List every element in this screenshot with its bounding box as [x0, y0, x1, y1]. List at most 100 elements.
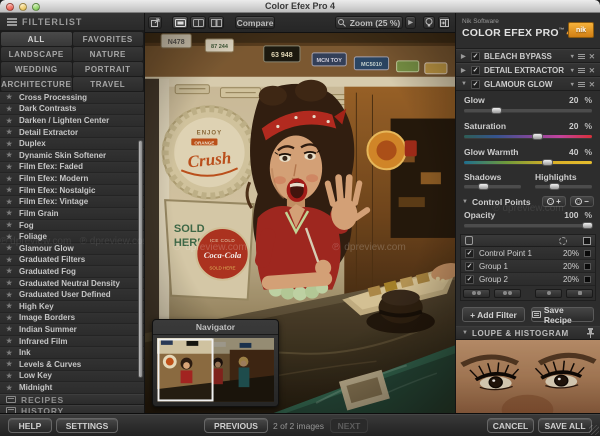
- filterlist-header[interactable]: FILTERLIST: [0, 13, 144, 31]
- shadows-slider-track[interactable]: [464, 185, 521, 188]
- help-button[interactable]: HELP: [8, 418, 52, 433]
- tab-architecture[interactable]: ARCHITECTURE: [1, 77, 72, 91]
- filter-item[interactable]: ★Graduated Filters: [0, 255, 144, 267]
- slider-handle[interactable]: [542, 159, 553, 166]
- disclosure-triangle-icon[interactable]: ▶: [461, 53, 467, 60]
- slider-handle[interactable]: [478, 183, 489, 190]
- control-point-row[interactable]: ✓ Control Point 1 20%: [461, 247, 595, 260]
- compare-button[interactable]: Compare: [235, 16, 275, 29]
- preset-menu-icon[interactable]: ▾: [571, 53, 574, 60]
- recipes-drawer[interactable]: RECIPES: [0, 394, 144, 405]
- remove-filter-icon[interactable]: ✕: [589, 80, 595, 89]
- filter-item[interactable]: ★Detail Extractor: [0, 127, 144, 139]
- panel-toggle-button[interactable]: [438, 16, 450, 29]
- filter-item[interactable]: ★Fog: [0, 220, 144, 232]
- filter-list-scrollbar[interactable]: [138, 140, 143, 378]
- glow-slider-track[interactable]: [464, 109, 592, 112]
- tab-travel[interactable]: TRAVEL: [73, 77, 144, 91]
- single-view-button[interactable]: [172, 16, 188, 29]
- slider-handle[interactable]: [491, 107, 502, 114]
- remove-filter-icon[interactable]: ✕: [589, 66, 595, 75]
- group-control-points-button[interactable]: [463, 289, 490, 298]
- tab-all[interactable]: ALL: [1, 32, 72, 46]
- filter-stack-item-bleach-bypass[interactable]: ▶ ✓ BLEACH BYPASS ▾ ✕: [456, 49, 600, 63]
- filter-item[interactable]: ★Dark Contrasts: [0, 104, 144, 116]
- opacity-slider-track[interactable]: [464, 224, 592, 227]
- navigator-thumbnail[interactable]: [157, 338, 274, 402]
- filter-item[interactable]: ★Image Borders: [0, 313, 144, 325]
- menu-lines-icon[interactable]: [578, 54, 585, 59]
- control-point-row[interactable]: ✓ Group 1 20%: [461, 260, 595, 273]
- tab-portrait[interactable]: PORTRAIT: [73, 62, 144, 76]
- menu-lines-icon[interactable]: [578, 68, 585, 73]
- preset-menu-icon[interactable]: ▾: [571, 81, 574, 88]
- add-control-point-button[interactable]: +: [542, 196, 566, 207]
- saturation-slider-track[interactable]: [464, 135, 592, 138]
- side-by-side-view-button[interactable]: [208, 16, 224, 29]
- tab-favorites[interactable]: FAVORITES: [73, 32, 144, 46]
- row-checkbox[interactable]: ✓: [465, 249, 474, 258]
- filter-item[interactable]: ★Graduated User Defined: [0, 289, 144, 301]
- slider-handle[interactable]: [532, 133, 543, 140]
- filter-stack-item-glamour-glow[interactable]: ▼ ✓ GLAMOUR GLOW ▾ ✕: [456, 77, 600, 91]
- tab-nature[interactable]: NATURE: [73, 47, 144, 61]
- enable-checkbox[interactable]: ✓: [471, 80, 480, 89]
- filter-stack-item-detail-extractor[interactable]: ▶ ✓ DETAIL EXTRACTOR ▾ ✕: [456, 63, 600, 77]
- save-recipe-button[interactable]: Save Recipe: [531, 307, 594, 322]
- save-all-button[interactable]: SAVE ALL: [538, 418, 592, 433]
- tab-wedding[interactable]: WEDDING: [1, 62, 72, 76]
- enable-checkbox[interactable]: ✓: [471, 52, 480, 61]
- filter-item[interactable]: ★Graduated Neutral Density: [0, 278, 144, 290]
- control-point-row[interactable]: ✓ Group 2 20%: [461, 273, 595, 286]
- filter-item[interactable]: ★Film Efex: Faded: [0, 162, 144, 174]
- preset-menu-icon[interactable]: ▾: [571, 67, 574, 74]
- filter-item[interactable]: ★Film Grain: [0, 208, 144, 220]
- slider-handle[interactable]: [582, 222, 593, 229]
- mask-swatch[interactable]: [584, 276, 591, 283]
- ungroup-control-points-button[interactable]: [494, 289, 521, 298]
- filter-item[interactable]: ★Indian Summer: [0, 324, 144, 336]
- image-canvas[interactable]: N478 87 244 63 948 MCN TOY MC5010: [145, 33, 455, 413]
- control-points-header[interactable]: ▼ Control Points + −: [456, 194, 600, 209]
- row-checkbox[interactable]: ✓: [465, 275, 474, 284]
- cancel-button[interactable]: CANCEL: [487, 418, 534, 433]
- filter-item[interactable]: ★Foliage: [0, 231, 144, 243]
- split-view-button[interactable]: [190, 16, 206, 29]
- duplicate-control-point-button[interactable]: [535, 289, 562, 298]
- mask-swatch[interactable]: [584, 250, 591, 257]
- highlights-slider-track[interactable]: [535, 185, 592, 188]
- disclosure-triangle-icon[interactable]: ▼: [462, 330, 468, 336]
- filter-item[interactable]: ★Low Key: [0, 371, 144, 383]
- tab-landscape[interactable]: LANDSCAPE: [1, 47, 72, 61]
- background-brightness-button[interactable]: [423, 16, 435, 29]
- previous-button[interactable]: PREVIOUS: [204, 418, 268, 433]
- row-checkbox[interactable]: ✓: [465, 262, 474, 271]
- filter-item[interactable]: ★Levels & Curves: [0, 359, 144, 371]
- filter-item[interactable]: ★Cross Processing: [0, 92, 144, 104]
- filter-item[interactable]: ★Duplex: [0, 138, 144, 150]
- filter-item[interactable]: ★Dynamic Skin Softener: [0, 150, 144, 162]
- zoom-control[interactable]: Zoom (25 %): [335, 16, 403, 29]
- pin-icon[interactable]: [587, 328, 594, 338]
- export-button[interactable]: [148, 16, 162, 29]
- filter-item[interactable]: ★Glamour Glow: [0, 243, 144, 255]
- glow-warmth-slider-track[interactable]: [464, 161, 592, 164]
- disclosure-triangle-icon[interactable]: ▶: [461, 67, 467, 74]
- delete-control-point-button[interactable]: [566, 289, 593, 298]
- enable-checkbox[interactable]: ✓: [471, 66, 480, 75]
- zoom-menu-button[interactable]: ▶: [405, 16, 416, 29]
- add-filter-button[interactable]: + Add Filter: [462, 307, 525, 322]
- loupe-histogram-header[interactable]: ▼ LOUPE & HISTOGRAM: [456, 326, 600, 340]
- filter-item[interactable]: ★Film Efex: Vintage: [0, 196, 144, 208]
- filter-item[interactable]: ★High Key: [0, 301, 144, 313]
- filter-item[interactable]: ★Graduated Fog: [0, 266, 144, 278]
- slider-handle[interactable]: [549, 183, 560, 190]
- mask-swatch[interactable]: [584, 263, 591, 270]
- filter-item[interactable]: ★Film Efex: Nostalgic: [0, 185, 144, 197]
- filter-item[interactable]: ★Film Efex: Modern: [0, 173, 144, 185]
- filter-item[interactable]: ★Infrared Film: [0, 336, 144, 348]
- menu-lines-icon[interactable]: [578, 82, 585, 87]
- disclosure-triangle-icon[interactable]: ▼: [462, 199, 468, 205]
- filter-item[interactable]: ★Darken / Lighten Center: [0, 115, 144, 127]
- resize-grip[interactable]: [589, 425, 599, 435]
